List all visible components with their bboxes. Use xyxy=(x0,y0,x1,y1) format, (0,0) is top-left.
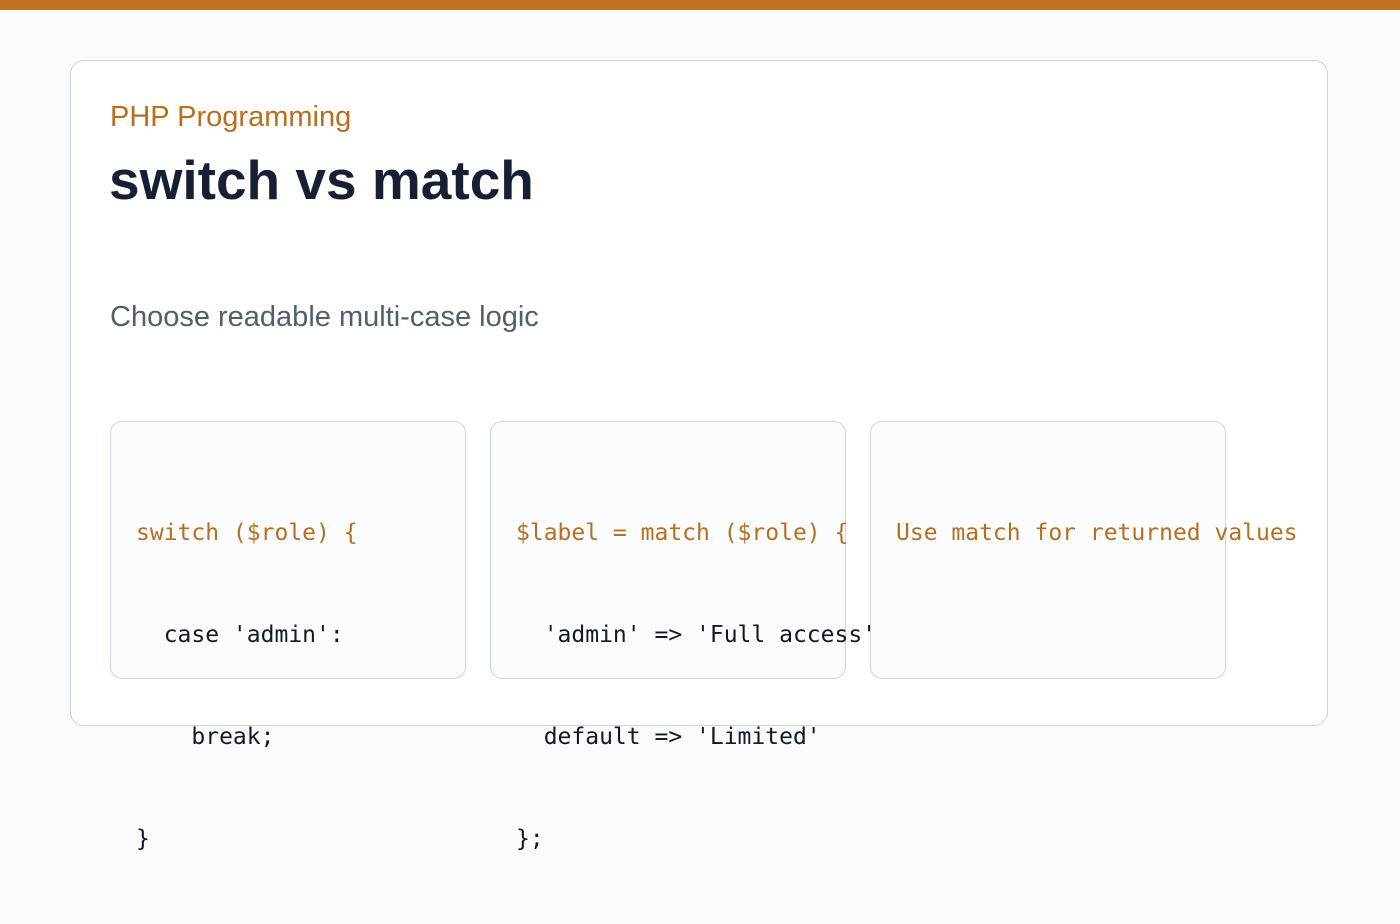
code-line: } xyxy=(136,826,150,852)
code-line: case 'admin': xyxy=(136,622,344,648)
code-line: }; xyxy=(516,826,544,852)
code-line: switch ($role) { xyxy=(136,520,358,546)
topic-label: PHP Programming xyxy=(110,101,352,133)
code-line: Use match for returned values xyxy=(896,520,1298,546)
code-line: break; xyxy=(136,724,275,750)
code-block-tip: Use match for returned values xyxy=(896,448,1298,618)
code-card-switch: switch ($role) { case 'admin': break; } xyxy=(110,421,466,852)
code-line: $label = match ($role) { xyxy=(516,520,849,546)
subtitle: Choose readable multi-case logic xyxy=(110,301,539,333)
top-accent-bar xyxy=(0,0,1400,10)
code-card-match: $label = match ($role) { 'admin' => 'Ful… xyxy=(490,421,890,852)
code-block-match: $label = match ($role) { 'admin' => 'Ful… xyxy=(516,448,890,924)
code-line: default => 'Limited' xyxy=(516,724,821,750)
page-title: switch vs match xyxy=(109,149,534,211)
slide-card: PHP Programming switch vs match Choose r… xyxy=(70,60,1328,852)
code-block-switch: switch ($role) { case 'admin': break; } xyxy=(136,448,358,924)
code-card-tip: Use match for returned values xyxy=(870,421,1298,679)
code-line: 'admin' => 'Full access', xyxy=(516,622,890,648)
